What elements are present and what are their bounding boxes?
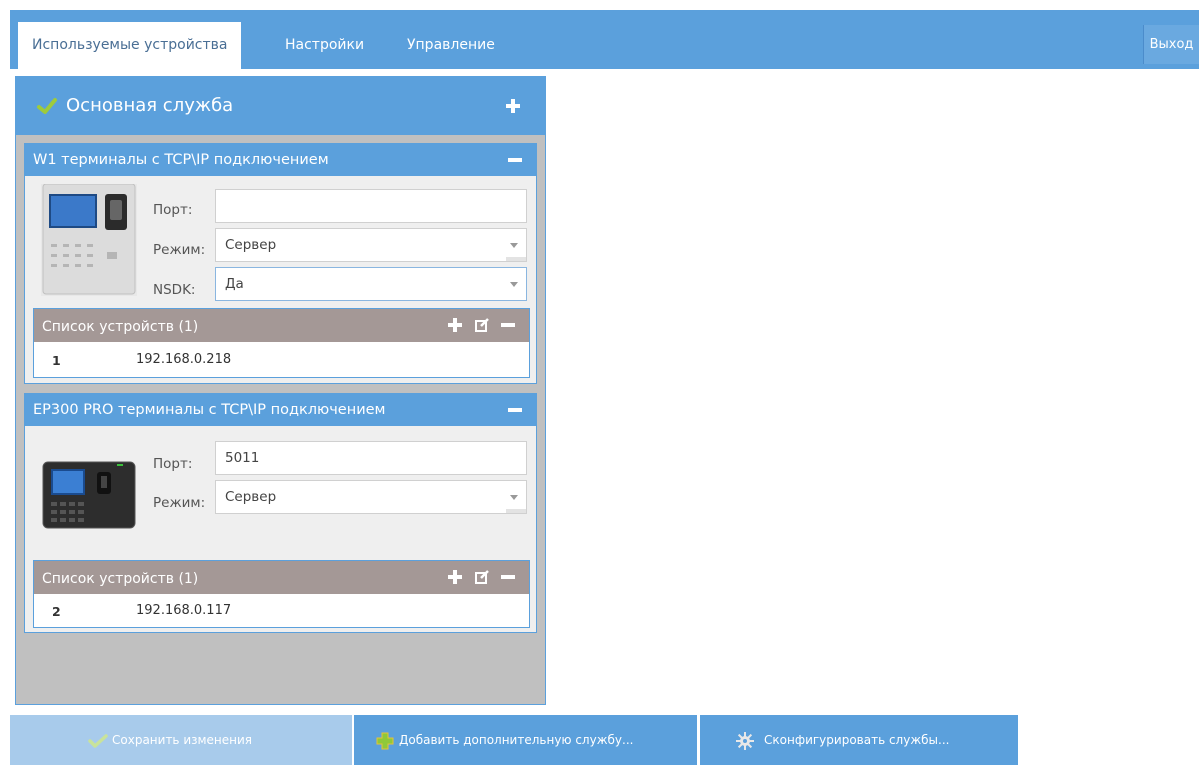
tab-settings[interactable]: Настройки [285, 22, 364, 69]
mode-label: Режим: [153, 242, 206, 258]
service-panel: Основная служба W1 терминалы с TCP\IP по… [15, 76, 546, 705]
device-block-ep300: EP300 PRO терминалы с TCP\IP подключение… [24, 393, 537, 633]
mode-select[interactable]: Сервер [215, 228, 527, 262]
nsdk-select-value: Да [225, 276, 244, 292]
tab-used-devices[interactable]: Используемые устройства [18, 22, 242, 69]
device-block-w1: W1 терминалы с TCP\IP подключением Порт:… [24, 143, 537, 384]
add-service-label: Добавить дополнительную службу... [399, 733, 634, 747]
table-row[interactable]: 1 192.168.0.218 [34, 343, 529, 377]
device-list-header: Список устройств (1) [34, 309, 529, 342]
row-ip-address: 192.168.0.218 [136, 352, 232, 367]
device-list-header: Список устройств (1) [34, 561, 529, 594]
add-device-plus-icon[interactable] [448, 570, 462, 584]
device-header: W1 терминалы с TCP\IP подключением [25, 144, 536, 176]
device-header: EP300 PRO терминалы с TCP\IP подключение… [25, 394, 536, 426]
select-scroll-nub [506, 509, 526, 513]
chevron-down-icon [510, 282, 518, 287]
device-title: EP300 PRO терминалы с TCP\IP подключение… [33, 402, 386, 418]
top-navigation-bar: Используемые устройства Настройки Управл… [10, 10, 1199, 69]
collapse-minus-icon[interactable] [508, 158, 522, 162]
edit-icon[interactable] [475, 318, 489, 332]
row-number: 2 [52, 604, 61, 619]
service-header: Основная служба [16, 77, 545, 135]
device-list-panel: Список устройств (1) 2 192.168.0.117 [33, 560, 530, 628]
configure-services-button[interactable]: Сконфигурировать службы... [700, 715, 1018, 765]
add-plus-icon [376, 732, 394, 750]
chevron-down-icon [510, 243, 518, 248]
row-number: 1 [52, 353, 61, 368]
exit-button[interactable]: Выход [1143, 25, 1199, 64]
device-list-title: Список устройств (1) [42, 319, 199, 335]
collapse-minus-icon[interactable] [508, 408, 522, 412]
nsdk-label: NSDK: [153, 282, 196, 298]
mode-label: Режим: [153, 495, 206, 511]
save-changes-label: Сохранить изменения [112, 733, 253, 747]
row-ip-address: 192.168.0.117 [136, 603, 232, 618]
add-service-button[interactable]: Добавить дополнительную службу... [354, 715, 697, 765]
device-list-panel: Список устройств (1) 1 192.168.0.218 [33, 308, 530, 378]
port-label: Порт: [153, 202, 193, 218]
device-title: W1 терминалы с TCP\IP подключением [33, 152, 329, 168]
add-device-plus-icon[interactable] [448, 318, 462, 332]
mode-select[interactable]: Сервер [215, 480, 527, 514]
mode-select-value: Сервер [225, 237, 277, 253]
table-row[interactable]: 2 192.168.0.117 [34, 595, 529, 627]
remove-device-minus-icon[interactable] [501, 323, 515, 327]
device-list-title: Список устройств (1) [42, 571, 199, 587]
remove-device-minus-icon[interactable] [501, 575, 515, 579]
port-label: Порт: [153, 456, 193, 472]
edit-icon[interactable] [475, 570, 489, 584]
configure-services-label: Сконфигурировать службы... [764, 733, 950, 747]
port-input[interactable] [215, 189, 527, 223]
gear-icon [736, 732, 754, 750]
terminal-device-image [41, 184, 137, 296]
tab-management[interactable]: Управление [407, 22, 495, 69]
check-icon [37, 98, 57, 114]
mode-select-value: Сервер [225, 489, 277, 505]
save-changes-button[interactable]: Сохранить изменения [10, 715, 352, 765]
port-input[interactable]: 5011 [215, 441, 527, 475]
select-scroll-nub [506, 257, 526, 261]
nsdk-select[interactable]: Да [215, 267, 527, 301]
service-title: Основная служба [66, 95, 234, 116]
terminal-device-image [42, 461, 136, 529]
check-icon [88, 734, 108, 748]
add-device-type-plus-icon[interactable] [506, 99, 520, 113]
chevron-down-icon [510, 495, 518, 500]
